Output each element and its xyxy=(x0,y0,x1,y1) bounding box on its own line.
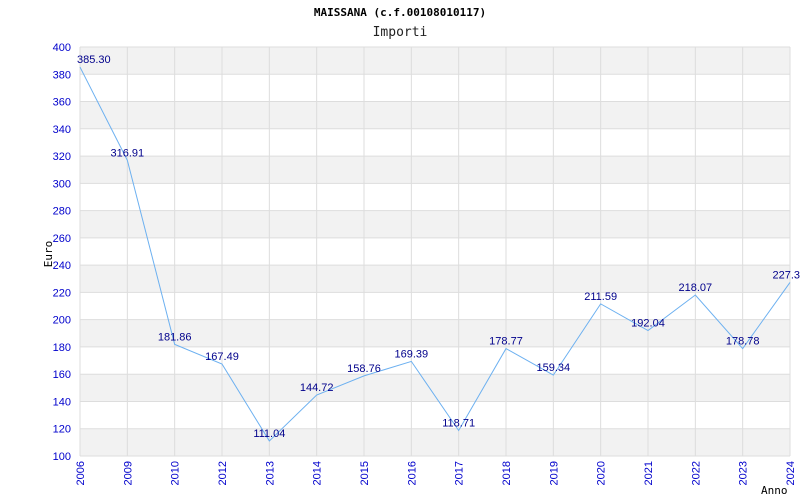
y-tick-label: 180 xyxy=(53,342,71,354)
x-tick-label: 2021 xyxy=(643,461,655,485)
y-tick-label: 220 xyxy=(53,287,71,299)
x-tick-label: 2012 xyxy=(217,461,229,485)
data-label: 178.78 xyxy=(726,336,760,348)
data-label: 169.39 xyxy=(395,348,429,360)
data-label: 118.71 xyxy=(442,417,475,429)
grid-band xyxy=(80,47,790,75)
data-label: 385.30 xyxy=(77,54,111,66)
grid-band xyxy=(80,156,790,184)
y-tick-label: 120 xyxy=(53,424,71,436)
y-tick-label: 380 xyxy=(53,69,71,81)
grid-band xyxy=(80,101,790,129)
data-label: 144.72 xyxy=(300,382,334,394)
y-tick-label: 140 xyxy=(53,396,71,408)
y-tick-label: 160 xyxy=(53,369,71,381)
data-label: 158.76 xyxy=(347,363,381,375)
x-tick-label: 2013 xyxy=(264,461,276,485)
line-chart: 100 120 140 160 180 200 220 240 260 280 300 320 340 3… xyxy=(42,42,800,497)
x-axis-label: Anno xyxy=(761,484,788,497)
x-tick-labels: 2006 2009 2010 2012 2013 2014 2015 2016 2017 2018… xyxy=(75,461,797,485)
x-tick-label: 2020 xyxy=(596,461,608,485)
x-tick-label: 2023 xyxy=(738,461,750,485)
y-tick-label: 280 xyxy=(53,206,71,218)
x-tick-label: 2010 xyxy=(170,461,182,485)
y-tick-label: 240 xyxy=(53,260,71,272)
data-label: 218.07 xyxy=(679,282,713,294)
x-tick-label: 2024 xyxy=(785,461,797,485)
data-label: 192.04 xyxy=(631,318,665,330)
grid-band xyxy=(80,210,790,238)
data-label: 316.91 xyxy=(111,147,145,159)
y-tick-label: 300 xyxy=(53,178,71,190)
x-tick-label: 2015 xyxy=(359,461,371,485)
data-label: 159.34 xyxy=(537,362,571,374)
x-tick-label: 2022 xyxy=(690,461,702,485)
grid-bands xyxy=(80,47,790,456)
y-tick-label: 200 xyxy=(53,315,71,327)
x-tick-label: 2014 xyxy=(312,461,324,485)
data-label: 178.77 xyxy=(489,336,523,348)
x-tick-label: 2016 xyxy=(406,461,418,485)
data-label: 111.04 xyxy=(253,428,285,440)
data-label: 181.86 xyxy=(158,331,192,343)
y-tick-label: 100 xyxy=(53,451,71,463)
x-tick-label: 2017 xyxy=(454,461,466,485)
y-tick-label: 260 xyxy=(53,233,71,245)
y-tick-label: 320 xyxy=(53,151,71,163)
y-tick-label: 400 xyxy=(53,42,71,54)
y-tick-label: 340 xyxy=(53,124,71,136)
x-tick-label: 2009 xyxy=(122,461,134,485)
x-tick-label: 2018 xyxy=(501,461,513,485)
grid-band xyxy=(80,428,790,456)
data-label: 211.59 xyxy=(584,291,617,303)
data-label: 167.49 xyxy=(205,351,239,363)
y-axis-label: Euro xyxy=(42,241,55,268)
x-tick-label: 2006 xyxy=(75,461,87,485)
data-label: 227.3 xyxy=(772,269,800,281)
y-tick-labels: 100 120 140 160 180 200 220 240 260 280 300 320 340 3… xyxy=(53,42,71,463)
x-tick-label: 2019 xyxy=(548,461,560,485)
grid-band xyxy=(80,374,790,402)
y-tick-label: 360 xyxy=(53,97,71,109)
